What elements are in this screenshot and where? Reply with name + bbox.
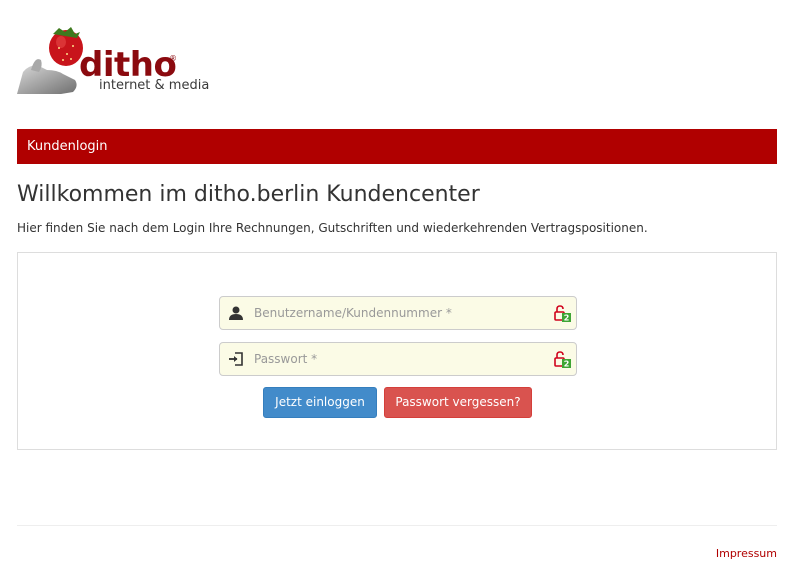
impressum-link[interactable]: Impressum — [716, 547, 777, 560]
page-title: Willkommen im ditho.berlin Kundencenter — [17, 182, 480, 207]
logo-tagline: internet & media — [99, 78, 210, 93]
ditho-logo: ditho ® internet & media — [17, 26, 237, 98]
login-button[interactable]: Jetzt einloggen — [263, 387, 377, 418]
login-form-box: 2 2 Jetzt einloggen Passwort vergessen? — [17, 252, 777, 450]
logo-wordmark: ditho — [79, 45, 177, 85]
logo-registered-mark: ® — [169, 54, 177, 63]
password-field[interactable]: 2 — [219, 342, 577, 376]
password-manager-icon[interactable]: 2 — [554, 305, 572, 322]
password-manager-badge: 2 — [564, 360, 570, 369]
forgot-password-button[interactable]: Passwort vergessen? — [384, 387, 532, 418]
intro-text: Hier finden Sie nach dem Login Ihre Rech… — [17, 221, 648, 235]
username-field[interactable]: 2 — [219, 296, 577, 330]
password-manager-badge: 2 — [564, 314, 570, 323]
panel-heading-kundenlogin: Kundenlogin — [17, 129, 777, 164]
user-icon — [229, 306, 243, 320]
footer-divider — [17, 525, 777, 526]
login-icon — [229, 352, 243, 366]
password-manager-icon[interactable]: 2 — [554, 351, 572, 368]
password-input[interactable] — [254, 343, 544, 375]
username-input[interactable] — [254, 297, 544, 329]
